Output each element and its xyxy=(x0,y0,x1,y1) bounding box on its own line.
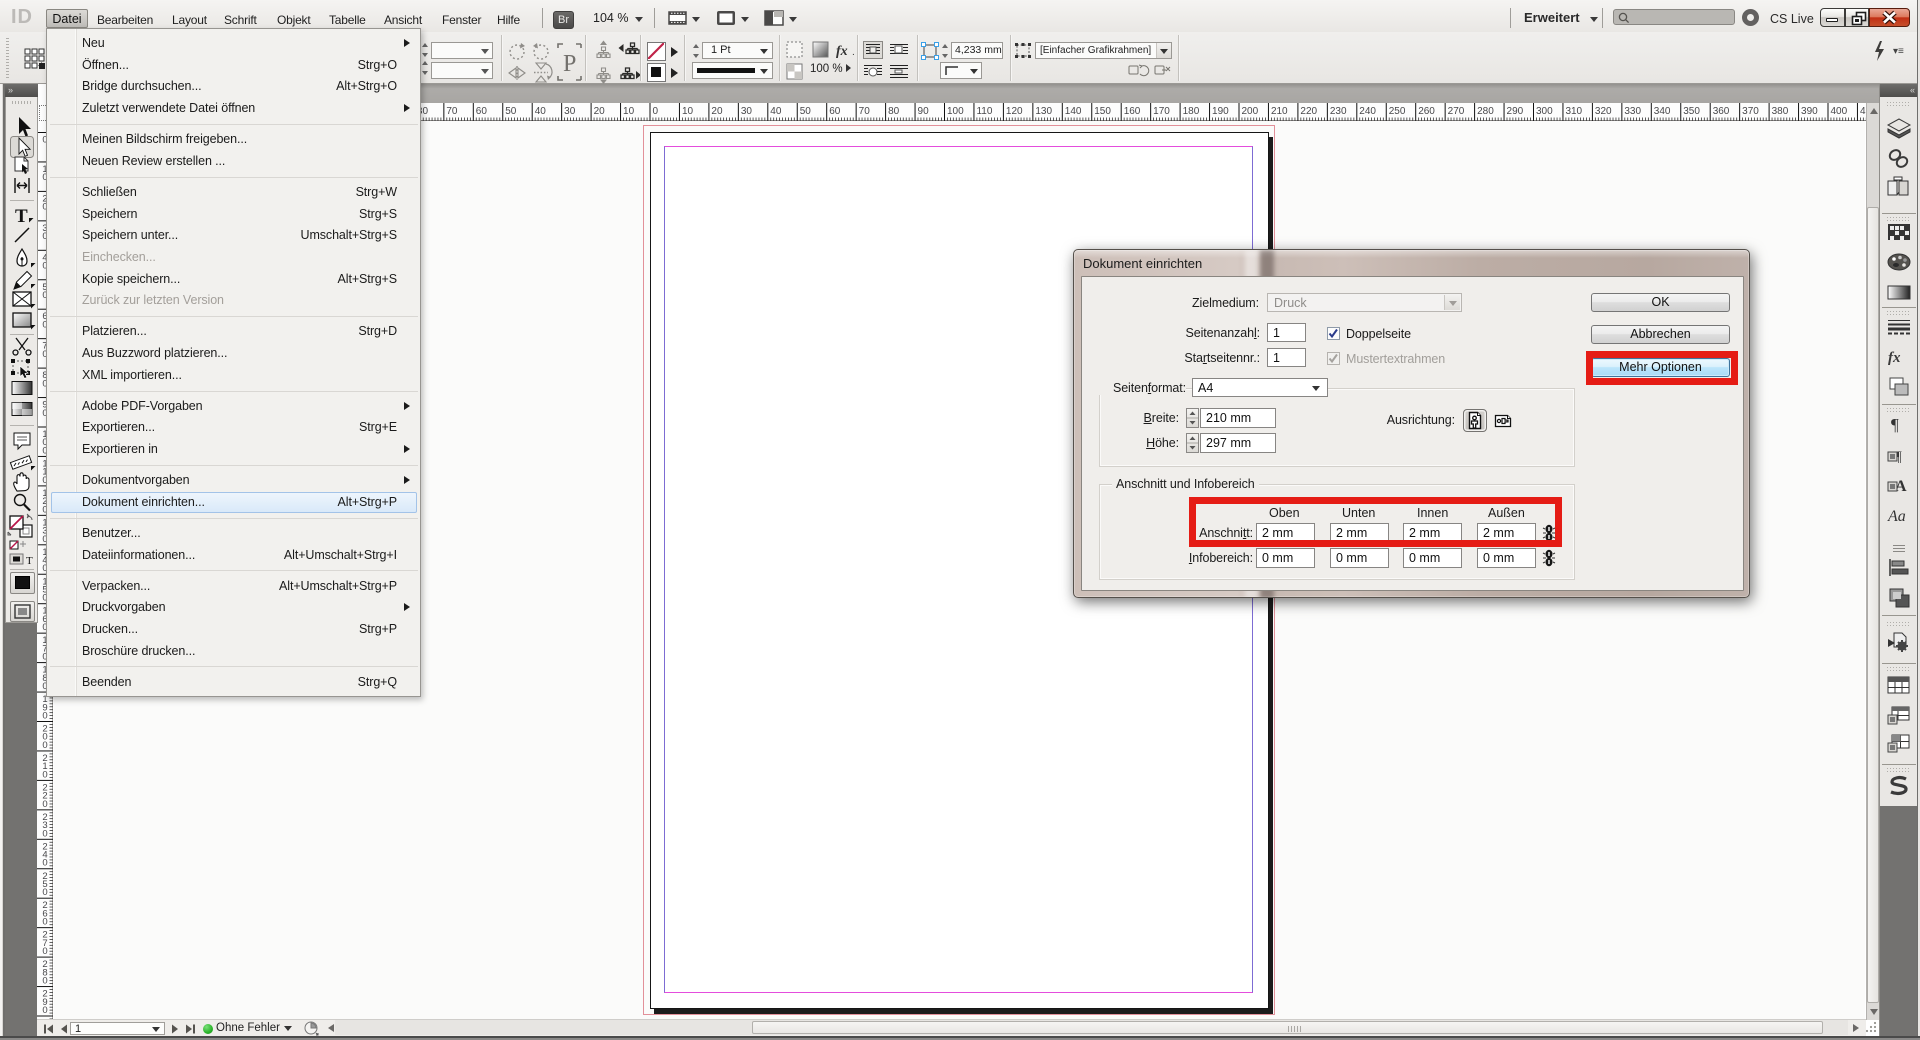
svg-text:260: 260 xyxy=(1418,106,1435,117)
svg-text:370: 370 xyxy=(1742,106,1759,117)
svg-text:0: 0 xyxy=(42,1005,47,1016)
svg-text:400: 400 xyxy=(1831,106,1848,117)
svg-text:0: 0 xyxy=(42,946,47,957)
svg-text:10: 10 xyxy=(623,106,635,117)
svg-text:360: 360 xyxy=(1713,106,1730,117)
svg-text:140: 140 xyxy=(1065,106,1082,117)
svg-text:210: 210 xyxy=(1271,106,1288,117)
svg-text:10: 10 xyxy=(682,106,694,117)
svg-text:¶: ¶ xyxy=(1891,415,1899,434)
svg-text:0: 0 xyxy=(42,799,47,810)
svg-text:390: 390 xyxy=(1801,106,1818,117)
svg-text:380: 380 xyxy=(1772,106,1789,117)
svg-text:230: 230 xyxy=(1330,106,1347,117)
svg-text:330: 330 xyxy=(1624,106,1641,117)
svg-text:340: 340 xyxy=(1654,106,1671,117)
svg-text:170: 170 xyxy=(1153,106,1170,117)
svg-text:110: 110 xyxy=(976,106,992,117)
svg-text:320: 320 xyxy=(1595,106,1612,117)
svg-text:290: 290 xyxy=(1507,106,1524,117)
svg-text:0: 0 xyxy=(42,828,47,839)
svg-text:130: 130 xyxy=(1035,106,1052,117)
svg-text:80: 80 xyxy=(888,106,900,117)
svg-text:310: 310 xyxy=(1565,106,1582,117)
svg-text:240: 240 xyxy=(1359,106,1376,117)
svg-text:60: 60 xyxy=(476,106,488,117)
svg-text:250: 250 xyxy=(1389,106,1406,117)
svg-text:270: 270 xyxy=(1448,106,1465,117)
svg-text:fx: fx xyxy=(836,44,848,59)
svg-text:0: 0 xyxy=(42,710,47,721)
svg-text:300: 300 xyxy=(1536,106,1553,117)
svg-text:100: 100 xyxy=(947,106,964,117)
svg-text:160: 160 xyxy=(1124,106,1141,117)
svg-text:120: 120 xyxy=(1006,106,1023,117)
svg-text:150: 150 xyxy=(1094,106,1111,117)
svg-text:40: 40 xyxy=(535,106,547,117)
svg-text:60: 60 xyxy=(829,106,841,117)
svg-text:50: 50 xyxy=(505,106,517,117)
svg-text:200: 200 xyxy=(1242,106,1259,117)
svg-text:20: 20 xyxy=(711,106,723,117)
svg-text:0: 0 xyxy=(42,858,47,869)
svg-text:0: 0 xyxy=(653,106,659,117)
svg-text:90: 90 xyxy=(918,106,930,117)
svg-text:190: 190 xyxy=(1212,106,1229,117)
svg-text:T: T xyxy=(26,555,33,567)
svg-text:.: . xyxy=(852,47,855,58)
svg-text:0: 0 xyxy=(42,917,47,928)
svg-text:Aa: Aa xyxy=(1887,508,1906,525)
svg-text:T: T xyxy=(15,206,28,227)
svg-text:350: 350 xyxy=(1683,106,1700,117)
svg-text:50: 50 xyxy=(800,106,812,117)
svg-text:30: 30 xyxy=(741,106,753,117)
svg-text:fx: fx xyxy=(1888,350,1901,366)
svg-text:180: 180 xyxy=(1183,106,1200,117)
svg-text:0: 0 xyxy=(42,976,47,987)
svg-text:220: 220 xyxy=(1300,106,1317,117)
svg-text:40: 40 xyxy=(770,106,782,117)
svg-text:20: 20 xyxy=(594,106,606,117)
svg-text:0: 0 xyxy=(42,769,47,780)
svg-text:70: 70 xyxy=(446,106,458,117)
svg-text:0: 0 xyxy=(42,887,47,898)
svg-text:280: 280 xyxy=(1477,106,1494,117)
svg-text:0: 0 xyxy=(42,740,47,751)
svg-text:30: 30 xyxy=(564,106,576,117)
svg-text:P: P xyxy=(563,51,576,77)
svg-text:70: 70 xyxy=(859,106,871,117)
